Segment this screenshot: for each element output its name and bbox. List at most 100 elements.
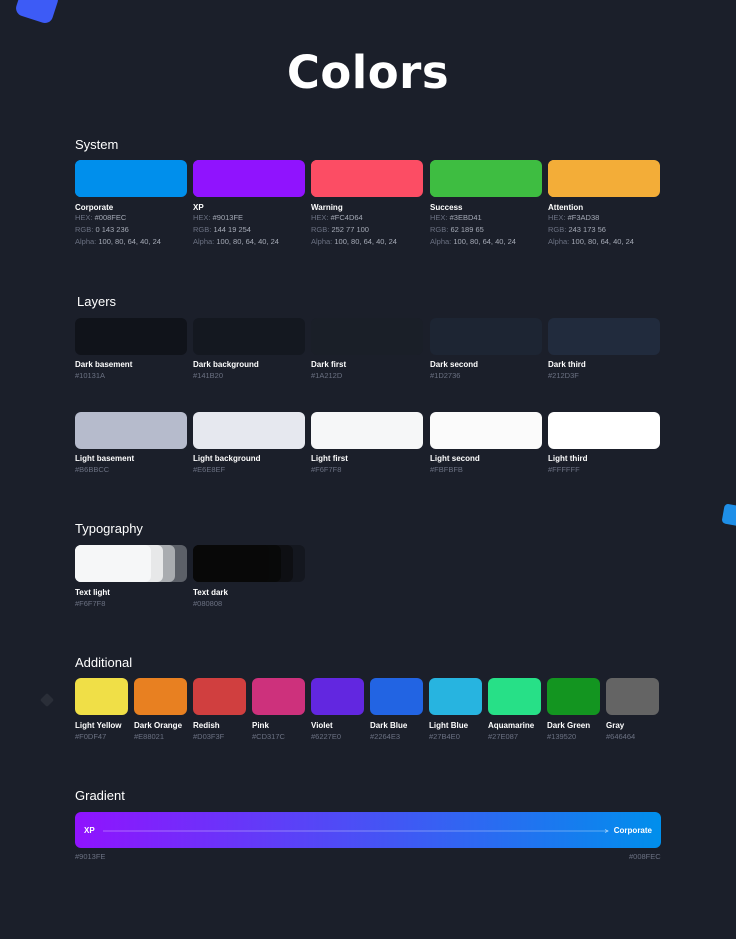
color-alpha-row: Alpha: 100, 80, 64, 40, 24 — [311, 236, 397, 248]
meta-label: HEX: — [311, 213, 329, 222]
additional-hex: #27E087 — [488, 732, 519, 741]
layer-hex: #10131A — [75, 371, 106, 380]
color-hex-row: HEX: #3EBD41 — [430, 212, 482, 224]
additional-name: Aquamarine — [488, 721, 535, 730]
meta-label: Alpha: — [75, 237, 97, 246]
layer-swatch — [193, 318, 305, 355]
additional-swatch — [193, 678, 246, 715]
meta-value: 100, 80, 64, 40, 24 — [216, 237, 279, 246]
meta-value: 100, 80, 64, 40, 24 — [334, 237, 397, 246]
additional-name: Dark Green — [547, 721, 591, 730]
section-title-system: System — [75, 137, 119, 152]
additional-swatch — [370, 678, 423, 715]
alpha-layer — [75, 545, 151, 582]
color-alpha-row: Alpha: 100, 80, 64, 40, 24 — [193, 236, 279, 248]
layer-swatch — [430, 412, 542, 449]
color-swatch-stack — [75, 160, 187, 197]
meta-label: RGB: — [430, 225, 449, 234]
additional-swatch — [488, 678, 541, 715]
gradient-end-hex: #008FEC — [629, 852, 661, 861]
gradient-start-label: XP — [84, 826, 95, 835]
color-alpha-row: Alpha: 100, 80, 64, 40, 24 — [430, 236, 516, 248]
additional-swatch — [547, 678, 600, 715]
meta-label: HEX: — [548, 213, 566, 222]
layer-swatch — [193, 412, 305, 449]
additional-swatch — [134, 678, 187, 715]
alpha-layer — [193, 545, 269, 582]
alpha-layer — [75, 160, 187, 197]
layer-hex: #FBFBFB — [430, 465, 463, 474]
layer-name: Light third — [548, 454, 588, 463]
additional-hex: #139520 — [547, 732, 577, 741]
typography-hex: #F6F7F8 — [75, 599, 106, 608]
additional-name: Violet — [311, 721, 333, 730]
gradient-start-hex: #9013FE — [75, 852, 106, 861]
meta-value: 144 19 254 — [213, 225, 251, 234]
additional-hex: #F0DF47 — [75, 732, 107, 741]
additional-name: Dark Orange — [134, 721, 183, 730]
section-title-additional: Additional — [75, 655, 133, 670]
page-title: Colors — [286, 46, 450, 99]
layer-hex: #1A212D — [311, 371, 343, 380]
layer-hex: #E6E8EF — [193, 465, 226, 474]
layer-name: Light basement — [75, 454, 135, 463]
color-hex-row: HEX: #F3AD38 — [548, 212, 599, 224]
gradient-bar: XP Corporate — [75, 812, 661, 848]
alpha-layer — [548, 160, 660, 197]
layer-hex: #B6BBCC — [75, 465, 110, 474]
color-name: Corporate — [75, 203, 114, 212]
meta-label: RGB: — [193, 225, 212, 234]
decorative-blue-shape — [721, 503, 736, 527]
typography-swatch-stack — [75, 545, 187, 582]
layer-swatch — [548, 318, 660, 355]
typography-name: Text light — [75, 588, 110, 597]
additional-name: Light Yellow — [75, 721, 122, 730]
additional-swatch — [252, 678, 305, 715]
color-rgb-row: RGB: 0 143 236 — [75, 224, 129, 236]
layer-name: Dark second — [430, 360, 479, 369]
color-hex-row: HEX: #008FEC — [75, 212, 126, 224]
meta-label: Alpha: — [311, 237, 333, 246]
section-title-layers: Layers — [77, 294, 117, 309]
additional-swatch — [606, 678, 659, 715]
decorative-dot — [39, 692, 55, 708]
meta-value: 100, 80, 64, 40, 24 — [98, 237, 161, 246]
meta-value: #FC4D64 — [330, 213, 363, 222]
section-title-gradient: Gradient — [75, 788, 125, 803]
meta-label: Alpha: — [548, 237, 570, 246]
meta-value: 0 143 236 — [95, 225, 129, 234]
color-rgb-row: RGB: 243 173 56 — [548, 224, 606, 236]
layer-swatch — [430, 318, 542, 355]
color-swatch-stack — [548, 160, 660, 197]
layer-hex: #141B20 — [193, 371, 224, 380]
additional-swatch — [311, 678, 364, 715]
color-name: Success — [430, 203, 463, 212]
meta-value: #008FEC — [94, 213, 127, 222]
typography-hex: #080808 — [193, 599, 223, 608]
additional-hex: #646464 — [606, 732, 636, 741]
color-name: XP — [193, 203, 204, 212]
meta-value: #F3AD38 — [567, 213, 600, 222]
meta-value: 252 77 100 — [331, 225, 369, 234]
meta-value: 100, 80, 64, 40, 24 — [571, 237, 634, 246]
layer-swatch — [548, 412, 660, 449]
color-hex-row: HEX: #9013FE — [193, 212, 243, 224]
additional-hex: #D03F3F — [193, 732, 225, 741]
additional-name: Redish — [193, 721, 220, 730]
color-name: Attention — [548, 203, 584, 212]
additional-hex: #2264E3 — [370, 732, 401, 741]
layer-name: Dark background — [193, 360, 259, 369]
layer-name: Light second — [430, 454, 480, 463]
color-swatch-stack — [430, 160, 542, 197]
additional-name: Gray — [606, 721, 625, 730]
additional-hex: #CD317C — [252, 732, 285, 741]
color-rgb-row: RGB: 144 19 254 — [193, 224, 251, 236]
additional-swatch — [429, 678, 482, 715]
additional-hex: #6227E0 — [311, 732, 342, 741]
additional-hex: #E88021 — [134, 732, 165, 741]
additional-swatch — [75, 678, 128, 715]
additional-hex: #27B4E0 — [429, 732, 460, 741]
layer-hex: #1D2736 — [430, 371, 461, 380]
section-title-typography: Typography — [75, 521, 143, 536]
color-name: Warning — [311, 203, 343, 212]
